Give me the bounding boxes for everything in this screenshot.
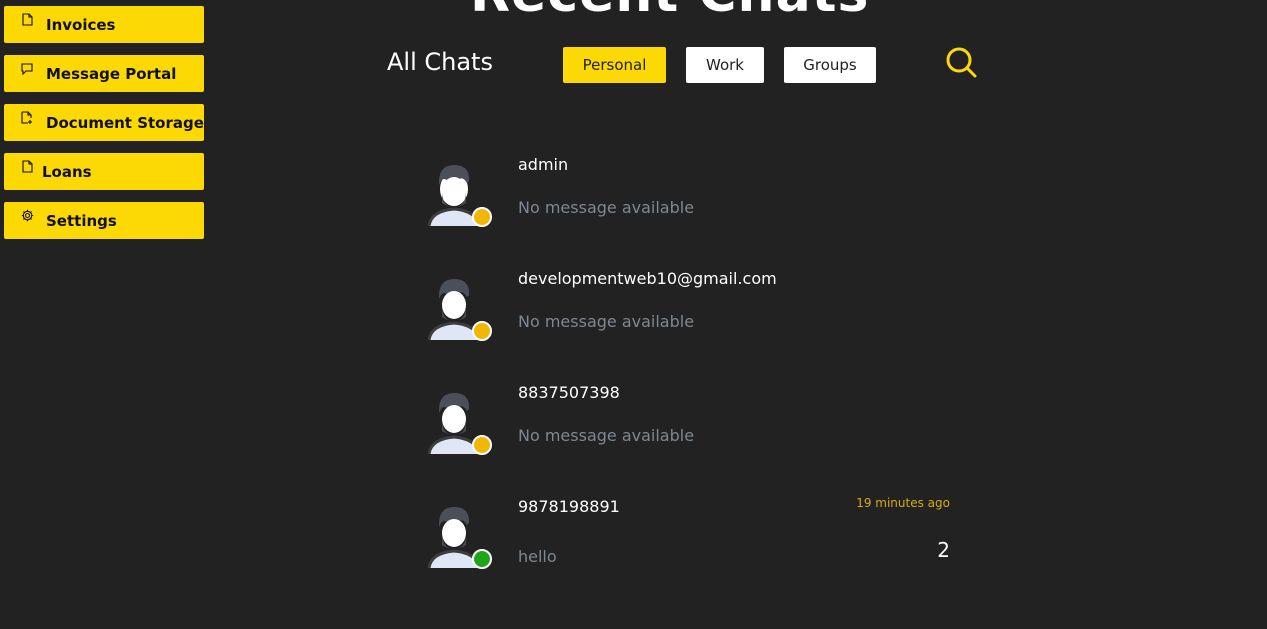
tab-work[interactable]: Work	[686, 47, 764, 83]
chat-name: 8837507398	[518, 383, 620, 402]
sidebar: Invoices Message Portal Document Storage…	[4, 6, 204, 251]
sidebar-item-settings[interactable]: Settings	[4, 202, 204, 239]
sidebar-item-label: Invoices	[46, 15, 116, 34]
search-button[interactable]	[944, 45, 978, 79]
chat-name: developmentweb10@gmail.com	[518, 269, 777, 288]
tab-personal[interactable]: Personal	[563, 47, 666, 83]
sidebar-item-label: Loans	[42, 162, 92, 181]
file-icon	[20, 12, 34, 28]
chat-list-item[interactable]: developmentweb10@gmail.com No message av…	[420, 267, 960, 367]
document-add-icon	[20, 110, 34, 126]
chat-list-item[interactable]: 8837507398 No message available	[420, 381, 960, 481]
unread-count: 2	[937, 538, 950, 562]
sidebar-item-label: Settings	[46, 211, 117, 230]
chat-list-item[interactable]: 9878198891 19 minutes ago hello 2	[420, 495, 960, 595]
page-title: Recent Chats	[470, 0, 869, 24]
chat-timestamp: 19 minutes ago	[856, 496, 950, 510]
chat-name: admin	[518, 155, 569, 174]
sidebar-item-label: Message Portal	[46, 64, 177, 83]
chat-name: 9878198891	[518, 497, 620, 516]
sidebar-item-loans[interactable]: Loans	[4, 153, 204, 190]
chat-preview: No message available	[518, 312, 695, 331]
all-chats-heading: All Chats	[387, 48, 493, 76]
app-root: Invoices Message Portal Document Storage…	[0, 0, 1267, 629]
search-icon	[946, 47, 977, 78]
gear-icon	[20, 208, 34, 224]
tab-groups[interactable]: Groups	[784, 47, 876, 83]
chat-preview: No message available	[518, 426, 695, 445]
sidebar-item-label: Document Storage	[46, 113, 204, 132]
status-indicator-away	[472, 321, 492, 341]
status-indicator-away	[472, 435, 492, 455]
file-icon	[20, 159, 34, 175]
sidebar-item-document-storage[interactable]: Document Storage	[4, 104, 204, 141]
message-icon	[20, 61, 34, 77]
sidebar-item-invoices[interactable]: Invoices	[4, 6, 204, 43]
status-indicator-away	[472, 207, 492, 227]
chat-list-item[interactable]: admin No message available	[420, 153, 960, 253]
sidebar-item-message-portal[interactable]: Message Portal	[4, 55, 204, 92]
status-indicator-online	[472, 549, 492, 569]
chat-preview: No message available	[518, 198, 695, 217]
chat-preview: hello	[518, 547, 557, 566]
